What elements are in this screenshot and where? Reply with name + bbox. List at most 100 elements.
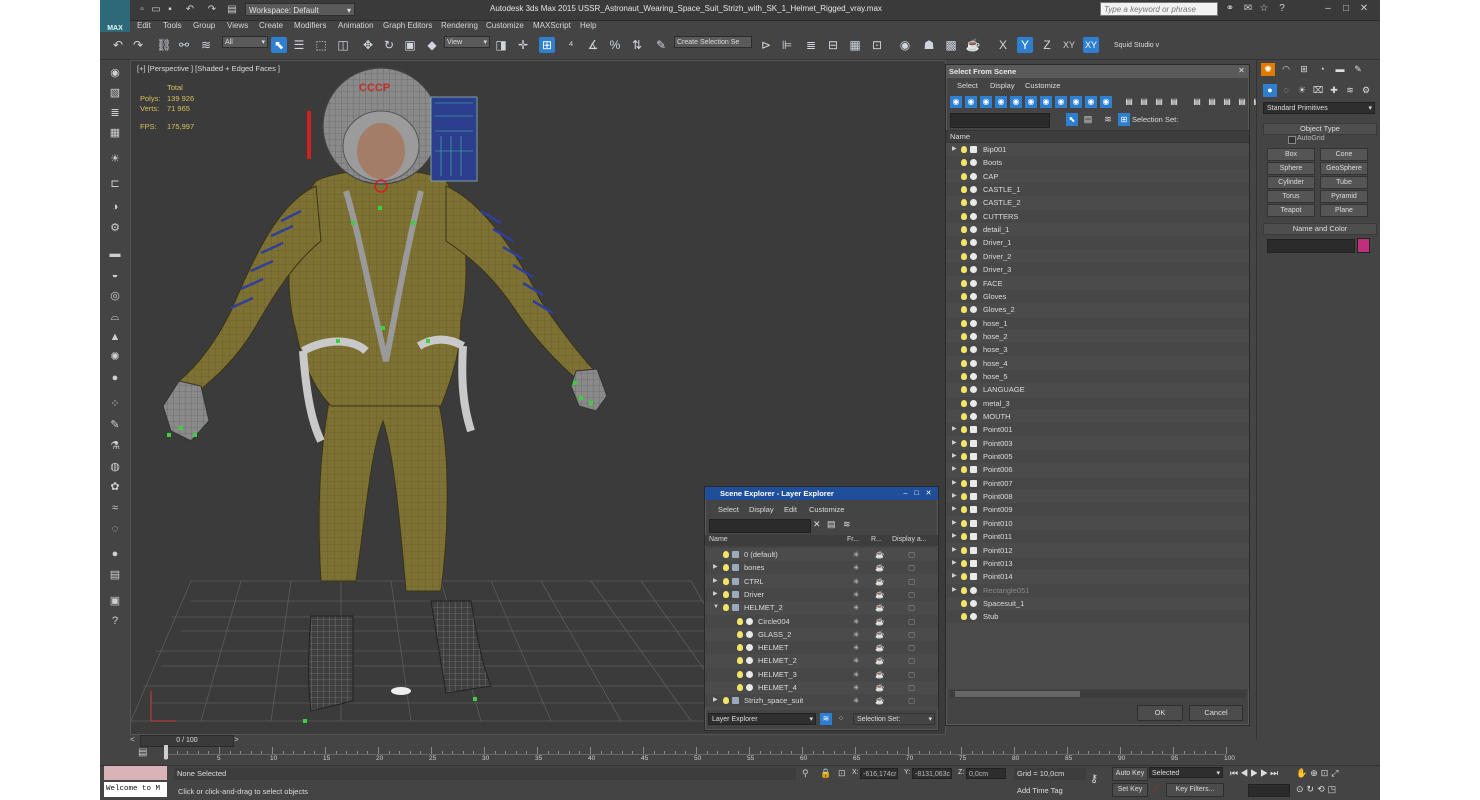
render-panel-icon[interactable]: ▤ — [107, 568, 123, 583]
maximize-icon[interactable]: □ — [912, 489, 921, 498]
sun-icon[interactable]: ✺ — [107, 350, 123, 365]
eye-icon[interactable]: ◉ — [107, 66, 123, 81]
menu-customize[interactable]: Customize — [486, 21, 524, 30]
half-sphere-icon[interactable]: ◑ — [107, 200, 123, 215]
visibility-bulb-icon[interactable] — [961, 306, 967, 314]
renderable-teapot-icon[interactable]: ☕ — [875, 575, 884, 588]
select-by-name-icon[interactable]: ☰ — [291, 37, 307, 53]
visibility-bulb-icon[interactable] — [737, 617, 743, 625]
layers-mode-icon[interactable]: ≋ — [820, 713, 832, 725]
sfs-list-item[interactable]: ▶ Point011 — [946, 530, 1249, 544]
display-as-box-icon[interactable]: ▢ — [908, 694, 915, 707]
sfs-space-warps-filter-icon[interactable]: ◉ — [1025, 96, 1037, 108]
absolute-mode-icon[interactable]: ⊡ — [838, 768, 846, 779]
favorites-star-icon[interactable]: ☆ — [1258, 3, 1270, 15]
hemisphere-icon[interactable]: ⌓ — [107, 310, 123, 325]
lock-selection-icon[interactable]: ⚲ — [802, 768, 809, 779]
display-as-box-icon[interactable]: ▢ — [908, 654, 915, 667]
hair-icon[interactable]: ≈ — [107, 501, 123, 516]
renderable-teapot-icon[interactable]: ☕ — [875, 548, 884, 561]
expand-arrow-icon[interactable]: ▶ — [952, 423, 957, 436]
squid-studio-tab[interactable]: Squid Studio v — [1112, 40, 1162, 52]
workspace-dropdown[interactable]: Workspace: Default ▾ — [245, 3, 355, 16]
window-crossing-icon[interactable]: ◫ — [335, 37, 351, 53]
redo-icon[interactable]: ↷ — [206, 4, 218, 16]
visibility-bulb-icon[interactable] — [737, 657, 743, 665]
menu-group[interactable]: Group — [193, 21, 215, 30]
sfs-list-item[interactable]: metal_3 — [946, 396, 1249, 410]
scene-explorer-icon[interactable]: ⊟ — [825, 37, 841, 53]
se-layer-row[interactable]: ▶ Strizh_space_suit ✳ ☕ ▢ — [705, 694, 938, 708]
menu-animation[interactable]: Animation — [338, 21, 374, 30]
sfs-list-item[interactable]: Driver_2 — [946, 250, 1249, 263]
visibility-bulb-icon[interactable] — [961, 266, 967, 274]
new-file-icon[interactable]: ▫ — [136, 4, 148, 16]
motion-tab-icon[interactable]: ◔ — [1315, 63, 1329, 76]
expand-arrow-icon[interactable]: ▶ — [952, 450, 957, 463]
sfs-list-item[interactable]: hose_1 — [946, 316, 1249, 330]
expand-arrow-icon[interactable]: ▶ — [952, 557, 957, 570]
se-new-layer-icon[interactable]: ▤ — [827, 519, 836, 530]
visibility-bulb-icon[interactable] — [961, 212, 967, 220]
dome-icon[interactable]: ◒ — [107, 268, 123, 283]
visibility-bulb-icon[interactable] — [961, 239, 967, 247]
display-as-box-icon[interactable]: ▢ — [908, 575, 915, 588]
expand-arrow-icon[interactable]: ▶ — [952, 143, 957, 156]
visibility-bulb-icon[interactable] — [961, 533, 967, 541]
visibility-bulb-icon[interactable] — [961, 252, 967, 260]
freeze-snowflake-icon[interactable]: ✳ — [853, 668, 859, 681]
sfs-menu-display[interactable]: Display — [990, 81, 1015, 90]
menu-graph-editors[interactable]: Graph Editors — [383, 21, 432, 30]
axis-y-button[interactable]: Y — [1017, 37, 1033, 53]
freeze-snowflake-icon[interactable]: ✳ — [853, 654, 859, 667]
sfs-hierarchy-icon[interactable]: ▤ — [1082, 113, 1094, 126]
freeze-snowflake-icon[interactable]: ✳ — [853, 615, 859, 628]
visibility-bulb-icon[interactable] — [961, 546, 967, 554]
mirror-icon[interactable]: ⊳ — [758, 37, 774, 53]
utilities-tab-icon[interactable]: ✎ — [1351, 63, 1365, 76]
visibility-bulb-icon[interactable] — [723, 697, 729, 705]
se-layer-row[interactable]: Circle004 ✳ ☕ ▢ — [705, 614, 938, 628]
expand-arrow-icon[interactable]: ▶ — [952, 437, 957, 450]
bind-space-warp-icon[interactable]: ≋ — [198, 37, 214, 53]
sfs-helpers-filter-icon[interactable]: ◉ — [1010, 96, 1022, 108]
reference-coordinate-dropdown[interactable]: View ▾ — [444, 36, 490, 48]
visibility-bulb-icon[interactable] — [961, 146, 967, 153]
help-circle-icon[interactable]: ? — [107, 614, 123, 629]
se-find-input[interactable] — [709, 519, 811, 533]
select-and-move-icon[interactable]: ✥ — [360, 37, 376, 53]
create-tube-button[interactable]: Tube — [1320, 176, 1368, 189]
sfs-list-item[interactable]: CAP — [946, 170, 1249, 183]
angle-snap-icon[interactable]: ∡ — [585, 37, 601, 53]
se-layer-row[interactable]: ▶ Driver ✳ ☕ ▢ — [705, 587, 938, 601]
sfs-layers-icon[interactable]: ≋ — [1102, 113, 1114, 126]
select-object-icon[interactable]: ⬉ — [271, 37, 287, 53]
frame-buffer-icon[interactable]: ▣ — [107, 594, 123, 609]
ok-button[interactable]: OK — [1137, 705, 1183, 721]
create-box-button[interactable]: Box — [1267, 148, 1315, 161]
expand-arrow-icon[interactable]: ▶ — [952, 463, 957, 476]
sfs-geometry-filter-icon[interactable]: ◉ — [950, 96, 962, 108]
visibility-bulb-icon[interactable] — [961, 426, 967, 434]
add-time-tag[interactable]: Add Time Tag — [1014, 785, 1086, 797]
menu-rendering[interactable]: Rendering — [441, 21, 478, 30]
freeze-snowflake-icon[interactable]: ✳ — [853, 588, 859, 601]
visibility-bulb-icon[interactable] — [737, 684, 743, 691]
shapes-icon[interactable]: ◌ — [1279, 84, 1293, 97]
visibility-bulb-icon[interactable] — [961, 279, 967, 287]
expand-arrow-icon[interactable]: ▶ — [952, 544, 957, 557]
search-binoculars-icon[interactable]: ⚭ — [1224, 3, 1236, 15]
sfs-list-item[interactable]: Spacesuit_1 — [946, 597, 1249, 610]
menu-tools[interactable]: Tools — [163, 21, 182, 30]
auto-key-button[interactable]: Auto Key — [1112, 767, 1148, 781]
expand-arrow-icon[interactable]: ▶ — [713, 575, 718, 588]
bone-control-panel[interactable] — [430, 96, 478, 182]
save-file-icon[interactable]: ▪ — [164, 4, 176, 16]
sfs-xrefs-filter-icon[interactable]: ◉ — [1055, 96, 1067, 108]
lights-icon[interactable]: ☀ — [1295, 84, 1309, 97]
visibility-bulb-icon[interactable] — [961, 399, 967, 407]
time-slider-left-icon[interactable]: < — [130, 735, 138, 746]
plane-icon[interactable]: ▬ — [107, 247, 123, 262]
se-layer-row[interactable]: ▶ bones ✳ ☕ ▢ — [705, 561, 938, 575]
visibility-bulb-icon[interactable] — [961, 226, 967, 234]
